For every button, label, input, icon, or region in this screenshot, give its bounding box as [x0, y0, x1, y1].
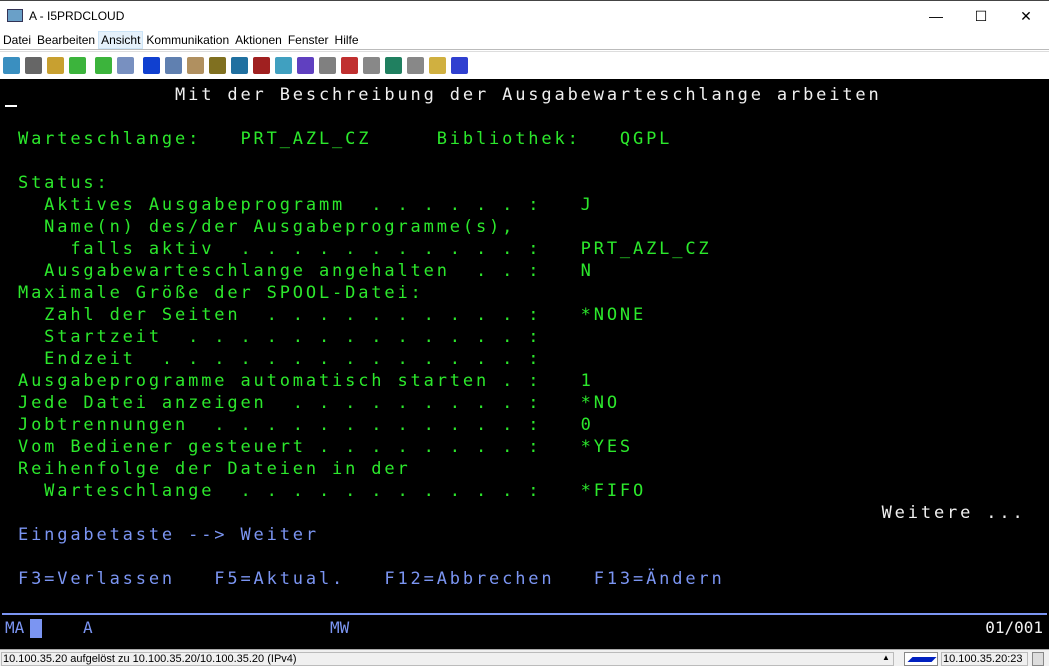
screen-icon[interactable]: [275, 57, 292, 74]
record-macro-icon[interactable]: [341, 57, 358, 74]
close-button[interactable]: ✕: [1003, 5, 1049, 29]
text-cursor: [5, 105, 17, 107]
field-line: Warteschlange . . . . . . . . . . . : *F…: [18, 481, 647, 501]
print-screen-icon[interactable]: [3, 57, 20, 74]
field-line: Vom Bediener gesteuert . . . . . . . . :…: [18, 437, 633, 457]
stop-macro-icon[interactable]: [363, 57, 380, 74]
terminal-screen[interactable]: Mit der Beschreibung der Ausgabewartesch…: [0, 79, 1049, 649]
field-line: Status:: [18, 173, 110, 193]
color-grid-icon[interactable]: [297, 57, 314, 74]
sql-icon[interactable]: [253, 57, 270, 74]
function-keys[interactable]: F3=Verlassen F5=Aktual. F12=Abbrechen F1…: [18, 568, 725, 590]
pause-macro-icon[interactable]: [407, 57, 424, 74]
lock-icon: [1032, 652, 1044, 666]
menu-kommunikation[interactable]: Kommunikation: [143, 31, 232, 49]
menu-fenster[interactable]: Fenster: [285, 31, 332, 49]
field-line: Aktives Ausgabeprogramm . . . . . . : J: [18, 195, 594, 215]
oia-session: A: [83, 618, 93, 637]
copy-icon[interactable]: [25, 57, 42, 74]
menu-hilfe[interactable]: Hilfe: [332, 31, 362, 49]
menu-bearbeiten[interactable]: Bearbeiten: [34, 31, 98, 49]
more-indicator: Weitere ...: [18, 503, 1026, 523]
terminal-app-icon: [7, 9, 23, 22]
oia-mw: MW: [330, 618, 350, 637]
minimize-button[interactable]: —: [913, 5, 959, 29]
field-line: Endzeit . . . . . . . . . . . . . . :: [18, 349, 542, 369]
maximize-button[interactable]: ☐: [958, 5, 1004, 29]
compass-icon[interactable]: [143, 57, 160, 74]
settings-icon[interactable]: [231, 57, 248, 74]
receive-file-icon[interactable]: [95, 57, 112, 74]
package-icon[interactable]: [209, 57, 226, 74]
field-line: Maximale Größe der SPOOL-Datei:: [18, 283, 424, 303]
scroll-up-icon[interactable]: ▲: [882, 653, 890, 662]
screen-title: Mit der Beschreibung der Ausgabewartesch…: [18, 85, 882, 105]
notes-icon[interactable]: [187, 57, 204, 74]
field-line: Name(n) des/der Ausgabeprogramme(s),: [18, 217, 516, 237]
oia-mode: MA: [5, 618, 25, 637]
oia-cursor-block: [30, 619, 42, 638]
display-file-icon[interactable]: [117, 57, 134, 74]
toolbar: [0, 51, 1049, 79]
title-bar: A - I5PRDCLOUD — ☐ ✕: [0, 0, 1049, 31]
field-line: Startzeit . . . . . . . . . . . . . :: [18, 327, 542, 347]
paste-icon[interactable]: [47, 57, 64, 74]
queue-header: Warteschlange: PRT_AZL_CZ Bibliothek: QG…: [18, 129, 673, 149]
oia-cursor-position: 01/001: [985, 618, 1043, 637]
status-bar: 10.100.35.20 aufgelöst zu 10.100.35.20/1…: [0, 649, 1049, 666]
host-address: 10.100.35.20:23: [941, 652, 1028, 666]
oia-separator: [2, 613, 1047, 615]
field-line: Reihenfolge der Dateien in der: [18, 459, 411, 479]
field-line: Jede Datei anzeigen . . . . . . . . . : …: [18, 393, 620, 413]
field-line: Zahl der Seiten . . . . . . . . . . : *N…: [18, 305, 647, 325]
keyboard-map-icon[interactable]: [319, 57, 336, 74]
field-line: falls aktiv . . . . . . . . . . . : PRT_…: [18, 239, 712, 259]
notepad-icon[interactable]: [429, 57, 446, 74]
menu-ansicht[interactable]: Ansicht: [98, 31, 144, 49]
connection-icon: [904, 652, 938, 666]
help-icon[interactable]: [451, 57, 468, 74]
window-icon[interactable]: [165, 57, 182, 74]
field-line: Jobtrennungen . . . . . . . . . . . . : …: [18, 415, 594, 435]
status-message: 10.100.35.20 aufgelöst zu 10.100.35.20/1…: [1, 652, 894, 666]
menu-bar: Datei Bearbeiten Ansicht Kommunikation A…: [0, 31, 1049, 50]
field-line: Ausgabeprogramme automatisch starten . :…: [18, 371, 594, 391]
menu-datei[interactable]: Datei: [0, 31, 34, 49]
send-file-icon[interactable]: [69, 57, 86, 74]
enter-hint: Eingabetaste --> Weiter: [18, 525, 319, 545]
play-macro-icon[interactable]: [385, 57, 402, 74]
field-line: Ausgabewarteschlange angehalten . . : N: [18, 261, 594, 281]
menu-aktionen[interactable]: Aktionen: [232, 31, 285, 49]
window-title: A - I5PRDCLOUD: [29, 9, 125, 23]
